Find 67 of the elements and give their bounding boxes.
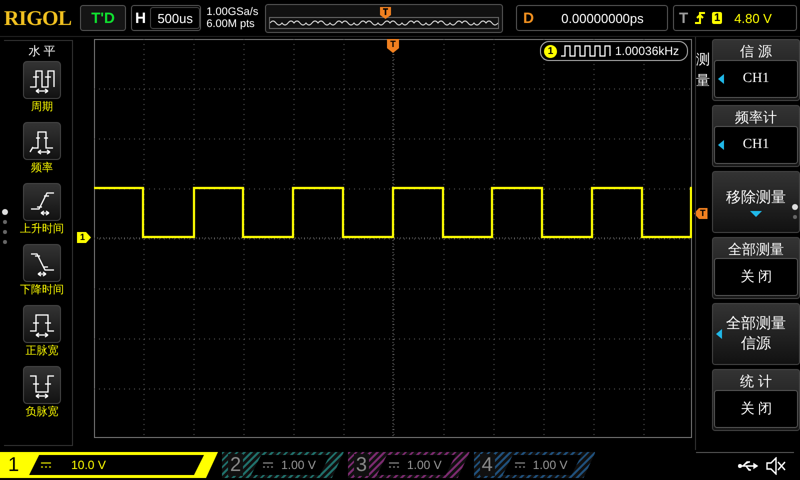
- measurement-label: 正脉宽: [26, 344, 58, 359]
- menu-title: 测量: [696, 50, 710, 90]
- brand-logo: RIGOL: [4, 6, 73, 30]
- option-value: CH1: [742, 71, 770, 87]
- measurement-button[interactable]: [23, 61, 61, 99]
- delay-panel[interactable]: D 0.00000000ps: [516, 5, 668, 31]
- channel-badge: 1: [544, 44, 557, 58]
- trigger-source: 1: [712, 12, 722, 24]
- measurement-label: 负脉宽: [26, 405, 58, 420]
- delay-value: 0.00000000ps: [560, 10, 645, 26]
- channel-tab[interactable]: 1 10.0 V: [0, 452, 218, 478]
- timebase-label: H: [135, 10, 146, 26]
- option-title: 统 计: [740, 372, 772, 390]
- rising-edge-icon: [694, 11, 706, 25]
- menu-button[interactable]: 全部测量 信源: [712, 303, 800, 365]
- option-value: 关 闭: [740, 400, 772, 418]
- delay-label: D: [523, 10, 534, 26]
- menu-option[interactable]: 频率计 CH1: [712, 105, 800, 167]
- option-title: 频率计: [735, 108, 777, 126]
- page-indicator-icon: [2, 209, 8, 245]
- option-title: 信 源: [740, 42, 772, 60]
- trigger-level-marker[interactable]: T: [694, 208, 708, 219]
- speaker-muted-icon: [766, 456, 786, 474]
- measurement-label: 下降时间: [20, 283, 64, 298]
- measurement-label: 上升时间: [20, 222, 64, 237]
- dc-coupling-icon: [263, 462, 274, 468]
- menu-option[interactable]: 统 计 关 闭: [712, 369, 800, 431]
- usb-icon: [738, 460, 760, 472]
- memory-depth: 6.00M pts: [206, 18, 256, 30]
- sample-rate: 1.00GSa/s: [206, 6, 260, 18]
- measurement-button[interactable]: [23, 122, 61, 160]
- menu-button[interactable]: 移除测量: [712, 171, 800, 233]
- trigger-panel[interactable]: T 1 4.80 V: [672, 5, 797, 31]
- option-value-field[interactable]: CH1: [714, 126, 798, 164]
- square-wave-icon: [561, 45, 611, 57]
- option-title: 全部测量: [728, 240, 784, 258]
- page-indicator-icon: [792, 204, 798, 220]
- option-value: CH1: [742, 137, 770, 153]
- trigger-position-marker[interactable]: T: [387, 39, 399, 53]
- channel-tab[interactable]: 4 1.00 V: [474, 452, 596, 478]
- measurement-label: 频率: [31, 161, 53, 176]
- down-arrow-icon: [750, 210, 762, 216]
- menu-option[interactable]: 信 源 CH1: [712, 39, 800, 101]
- menu-title: 水 平: [28, 43, 56, 60]
- measurement-button[interactable]: [23, 305, 61, 343]
- measurement-button[interactable]: [23, 244, 61, 282]
- option-value: 关 闭: [740, 268, 772, 286]
- dc-coupling-icon: [41, 462, 52, 468]
- trigger-label: T: [678, 10, 688, 26]
- dc-coupling-icon: [514, 462, 525, 468]
- timebase-panel[interactable]: H 500us: [131, 5, 202, 31]
- channel-tab[interactable]: 3 1.00 V: [348, 452, 470, 478]
- channel-marker[interactable]: 1: [77, 232, 92, 243]
- measurement-button[interactable]: [23, 366, 61, 404]
- dc-coupling-icon: [388, 462, 399, 468]
- trigger-position-icon: [380, 6, 392, 18]
- measurement-button[interactable]: [23, 183, 61, 221]
- option-value-field[interactable]: 关 闭: [714, 258, 798, 296]
- option-value-field[interactable]: CH1: [714, 60, 798, 98]
- run-status[interactable]: T'D: [80, 5, 126, 31]
- menu-option[interactable]: 全部测量 关 闭: [712, 237, 800, 299]
- channel-tab[interactable]: 2 1.00 V: [222, 452, 344, 478]
- timebase-value: 500us: [150, 7, 200, 29]
- measurement-label: 周期: [31, 100, 53, 115]
- option-value-field[interactable]: 关 闭: [714, 390, 798, 428]
- trigger-level: 4.80 V: [734, 10, 772, 26]
- frequency-value: 1.00036kHz: [615, 44, 680, 58]
